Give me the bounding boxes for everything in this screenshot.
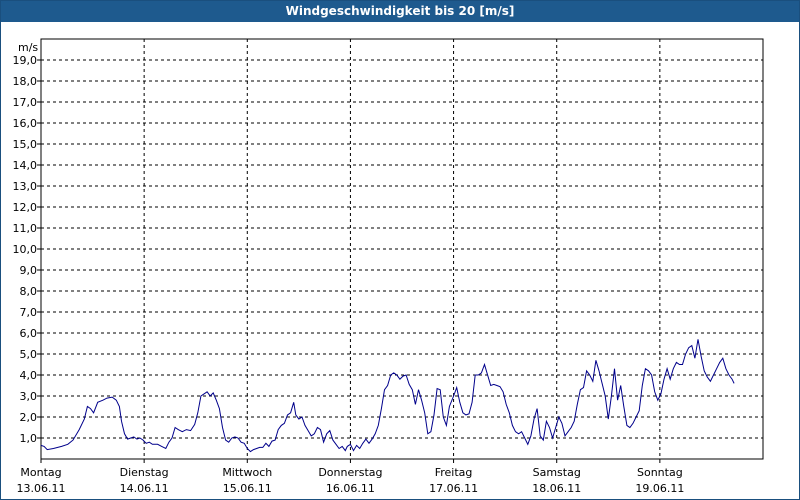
y-tick-label: 18,0 (13, 75, 38, 88)
y-tick-label: 5,0 (20, 348, 38, 361)
y-tick-label: 2,0 (20, 411, 38, 424)
wind-speed-chart: 1,0 2,0 3,0 4,0 5,0 6,0 7,0 8,0 9,0 10,0 11,0 12,0 1… (13, 38, 764, 495)
y-tick-label: 12,0 (13, 201, 38, 214)
y-tick-label: 14,0 (13, 159, 38, 172)
y-axis-ticks: 1,0 2,0 3,0 4,0 5,0 6,0 7,0 8,0 9,0 10,0 11,0 12,0 1… (13, 54, 41, 445)
y-tick-label: 16,0 (13, 117, 38, 130)
window-title: Windgeschwindigkeit bis 20 [m/s] (1, 1, 799, 22)
x-tick-label-date: 14.06.11 (120, 482, 169, 495)
chart-window: Windgeschwindigkeit bis 20 [m/s] 1,0 2,0 3… (0, 0, 800, 500)
y-tick-label: 13,0 (13, 180, 38, 193)
x-tick-label-day: Dienstag (120, 466, 169, 479)
y-tick-label: 3,0 (20, 390, 38, 403)
y-tick-label: 6,0 (20, 327, 38, 340)
x-tick-label-day: Sonntag (637, 466, 683, 479)
grid-lines (41, 39, 763, 459)
x-tick-label-date: 19.06.11 (635, 482, 684, 495)
x-tick-label-date: 16.06.11 (326, 482, 375, 495)
y-tick-label: 17,0 (13, 96, 38, 109)
y-tick-label: 10,0 (13, 243, 38, 256)
y-tick-label: 15,0 (13, 138, 38, 151)
y-tick-label: 1,0 (20, 432, 38, 445)
y-tick-label: 7,0 (20, 306, 38, 319)
x-tick-label-date: 18.06.11 (532, 482, 581, 495)
y-tick-label: 8,0 (20, 285, 38, 298)
x-tick-label-day: Mittwoch (222, 466, 272, 479)
y-tick-label: 19,0 (13, 54, 38, 67)
x-tick-label-day: Montag (20, 466, 61, 479)
x-tick-label-date: 17.06.11 (429, 482, 478, 495)
y-axis-label: m/s (18, 41, 38, 54)
x-tick-label-date: 13.06.11 (17, 482, 66, 495)
y-tick-label: 11,0 (13, 222, 38, 235)
y-tick-label: 9,0 (20, 264, 38, 277)
x-tick-label-date: 15.06.11 (223, 482, 272, 495)
x-tick-label-day: Donnerstag (318, 466, 382, 479)
y-tick-label: 4,0 (20, 369, 38, 382)
x-tick-label-day: Freitag (435, 466, 473, 479)
x-axis-ticks: Montag 13.06.11 Dienstag 14.06.11 Mittwoch 15… (17, 459, 684, 495)
x-tick-label-day: Samstag (533, 466, 581, 479)
